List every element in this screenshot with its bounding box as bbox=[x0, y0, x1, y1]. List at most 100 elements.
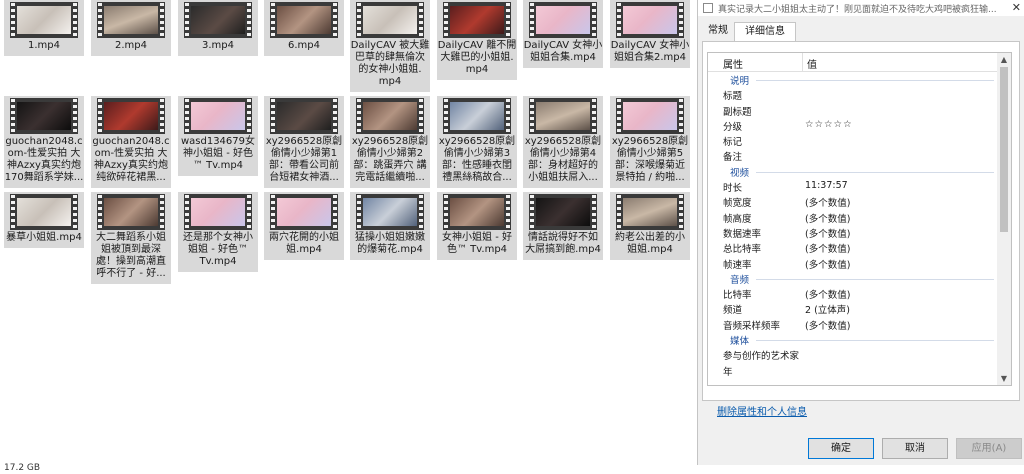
property-row[interactable]: 帧宽度 (多个数值) bbox=[708, 194, 998, 209]
file-item[interactable]: xy2966528原創 偷情小少婦第4 部：身材超好的 小姐姐扶屌入... bbox=[523, 96, 603, 188]
film-strip-icon bbox=[357, 3, 361, 37]
property-section-header: 媒体 bbox=[708, 332, 998, 347]
property-row[interactable]: 年 bbox=[708, 363, 998, 378]
file-name: xy2966528原創 偷情小少婦第3 部：性感睡衣閨 禮黑絲稿故合... bbox=[438, 136, 516, 183]
video-thumbnail bbox=[443, 2, 511, 38]
file-item[interactable]: 6.mp4 bbox=[264, 0, 344, 56]
film-strip-icon bbox=[506, 195, 510, 229]
ok-button[interactable]: 确定 bbox=[808, 438, 874, 459]
cancel-button[interactable]: 取消 bbox=[882, 438, 948, 459]
file-item[interactable]: DailyCAV 離不開 大雞巴的小姐姐. mp4 bbox=[437, 0, 517, 80]
file-item[interactable]: xy2966528原創 偷情小少婦第3 部：性感睡衣閨 禮黑絲稿故合... bbox=[437, 96, 517, 188]
file-item[interactable]: xy2966528原創 偷情小少婦第5 部：深喉爆菊近 景特拍 / 約啪... bbox=[610, 96, 690, 188]
vertical-scrollbar[interactable]: ▲ ▼ bbox=[997, 53, 1011, 385]
film-strip-icon bbox=[73, 3, 77, 37]
file-name: 还是那个女神小 姐姐 - 好色™ Tv.mp4 bbox=[183, 232, 253, 267]
property-row[interactable]: 频道 2 (立体声) bbox=[708, 301, 998, 316]
column-divider[interactable] bbox=[802, 53, 803, 71]
tab-general[interactable]: 常规 bbox=[703, 22, 733, 40]
file-name: 大二舞蹈系小姐 姐被頂到最深 處！操到高潮直 呼不行了 - 好... bbox=[96, 232, 166, 279]
file-item[interactable]: wasd134679女 神小姐姐 - 好色 ™ Tv.mp4 bbox=[178, 96, 258, 176]
apply-button[interactable]: 应用(A) bbox=[956, 438, 1022, 459]
file-name: xy2966528原創 偷情小少婦第1 部：帶看公司前 台短裙女神酒... bbox=[265, 136, 343, 183]
file-name: 情話說得好不如 大屌搞到飽.mp4 bbox=[525, 232, 601, 255]
dialog-title: 真实记录大二小姐姐太主动了！刚见面就迫不及待吃大鸡吧被疯狂输... bbox=[718, 5, 997, 15]
file-item[interactable]: xy2966528原創 偷情小少婦第2 部：跳蛋弄穴 講 完電話繼續啪... bbox=[350, 96, 430, 188]
film-strip-icon bbox=[73, 195, 77, 229]
property-name: 总比特率 bbox=[723, 244, 762, 256]
property-section-header: 说明 bbox=[708, 72, 998, 87]
thumbnail-frame bbox=[623, 102, 677, 130]
column-header-value[interactable]: 值 bbox=[807, 56, 817, 71]
film-strip-icon bbox=[506, 99, 510, 133]
video-thumbnail bbox=[10, 98, 78, 134]
video-thumbnail bbox=[10, 2, 78, 38]
file-item[interactable]: 猛操小姐姐嫩嫩 的爆菊花.mp4 bbox=[350, 192, 430, 260]
property-row[interactable]: 备注 bbox=[708, 148, 998, 163]
file-item[interactable]: DailyCAV 女神小 姐姐合集.mp4 bbox=[523, 0, 603, 68]
file-item[interactable]: 女神小姐姐 - 好 色™ Tv.mp4 bbox=[437, 192, 517, 260]
file-item[interactable]: DailyCAV 被大雞 巴草的肆無倫次 的女神小姐姐. mp4 bbox=[350, 0, 430, 92]
section-label: 视频 bbox=[730, 167, 750, 179]
property-name: 音频采样频率 bbox=[723, 320, 781, 332]
property-row[interactable]: 分级 ☆☆☆☆☆ bbox=[708, 118, 998, 133]
file-name: DailyCAV 離不開 大雞巴的小姐姐. mp4 bbox=[437, 40, 517, 75]
section-divider bbox=[756, 278, 994, 280]
file-item[interactable]: xy2966528原創 偷情小少婦第1 部：帶看公司前 台短裙女神酒... bbox=[264, 96, 344, 188]
property-row[interactable]: 总比特率 (多个数值) bbox=[708, 240, 998, 255]
film-strip-icon bbox=[419, 3, 423, 37]
file-item[interactable]: 約老公出差的小 姐姐.mp4 bbox=[610, 192, 690, 260]
video-thumbnail bbox=[529, 194, 597, 230]
file-item[interactable]: 大二舞蹈系小姐 姐被頂到最深 處！操到高潮直 呼不行了 - 好... bbox=[91, 192, 171, 284]
property-row[interactable]: 标记 bbox=[708, 133, 998, 148]
film-strip-icon bbox=[98, 195, 102, 229]
property-row[interactable]: 标题 bbox=[708, 87, 998, 102]
file-item[interactable]: 暴草小姐姐.mp4 bbox=[4, 192, 84, 248]
file-item[interactable]: 还是那个女神小 姐姐 - 好色™ Tv.mp4 bbox=[178, 192, 258, 272]
column-header-property[interactable]: 属性 bbox=[723, 56, 743, 71]
file-name: 6.mp4 bbox=[288, 40, 320, 51]
scroll-thumb[interactable] bbox=[1000, 67, 1008, 232]
thumbnail-frame bbox=[191, 198, 245, 226]
scroll-down-icon[interactable]: ▼ bbox=[997, 374, 1011, 383]
property-row[interactable]: 时长 11:37:57 bbox=[708, 179, 998, 194]
remove-properties-link[interactable]: 删除属性和个人信息 bbox=[717, 403, 807, 418]
property-row[interactable]: 帧高度 (多个数值) bbox=[708, 210, 998, 225]
section-divider bbox=[756, 80, 994, 81]
thumbnail-frame bbox=[104, 198, 158, 226]
close-icon[interactable]: ✕ bbox=[1012, 1, 1021, 14]
video-thumbnail bbox=[616, 2, 684, 38]
file-item[interactable]: 兩穴花開的小姐 姐.mp4 bbox=[264, 192, 344, 260]
property-name: 时长 bbox=[723, 183, 743, 195]
thumbnail-frame bbox=[450, 198, 504, 226]
file-item[interactable]: guochan2048.c om-性爱实拍 大 神Azxy真实约炮 纯欲碎花裙黑… bbox=[91, 96, 171, 188]
file-item[interactable]: guochan2048.c om-性爱实拍 大 神Azxy真实约炮 170舞蹈系… bbox=[4, 96, 84, 188]
file-item[interactable]: 情話說得好不如 大屌搞到飽.mp4 bbox=[523, 192, 603, 260]
thumbnail-frame bbox=[623, 198, 677, 226]
property-row[interactable]: 副标题 bbox=[708, 103, 998, 118]
property-name: 频道 bbox=[723, 305, 743, 317]
file-name: 女神小姐姐 - 好 色™ Tv.mp4 bbox=[442, 232, 512, 255]
film-strip-icon bbox=[357, 195, 361, 229]
property-value: (多个数值) bbox=[805, 213, 851, 225]
film-strip-icon bbox=[592, 195, 596, 229]
file-item[interactable]: 3.mp4 bbox=[178, 0, 258, 56]
property-row[interactable]: 数据速率 (多个数值) bbox=[708, 225, 998, 240]
property-list[interactable]: 属性 值 说明 标题 副标题 分级 ☆☆☆☆☆ 标记 备注视频 时长 11:37:57 帧宽度 (多… bbox=[707, 52, 1012, 386]
rating-stars[interactable]: ☆☆☆☆☆ bbox=[805, 119, 853, 130]
film-strip-icon bbox=[98, 99, 102, 133]
film-strip-icon bbox=[247, 99, 251, 133]
property-row[interactable]: 音频采样频率 (多个数值) bbox=[708, 317, 998, 332]
dialog-titlebar[interactable]: 真实记录大二小姐姐太主动了！刚见面就迫不及待吃大鸡吧被疯狂输... ✕ bbox=[698, 0, 1024, 16]
file-item[interactable]: DailyCAV 女神小 姐姐合集2.mp4 bbox=[610, 0, 690, 68]
file-item[interactable]: 1.mp4 bbox=[4, 0, 84, 56]
property-row[interactable]: 比特率 (多个数值) bbox=[708, 286, 998, 301]
scroll-up-icon[interactable]: ▲ bbox=[997, 55, 1011, 64]
property-row[interactable]: 帧速率 (多个数值) bbox=[708, 256, 998, 271]
property-row[interactable]: 参与创作的艺术家 bbox=[708, 347, 998, 362]
file-name: guochan2048.c om-性爱实拍 大 神Azxy真实约炮 170舞蹈系… bbox=[4, 136, 84, 183]
tab-details[interactable]: 详细信息 bbox=[734, 22, 796, 42]
property-value: 2 (立体声) bbox=[805, 305, 850, 317]
property-section-header: 视频 bbox=[708, 164, 998, 179]
file-item[interactable]: 2.mp4 bbox=[91, 0, 171, 56]
